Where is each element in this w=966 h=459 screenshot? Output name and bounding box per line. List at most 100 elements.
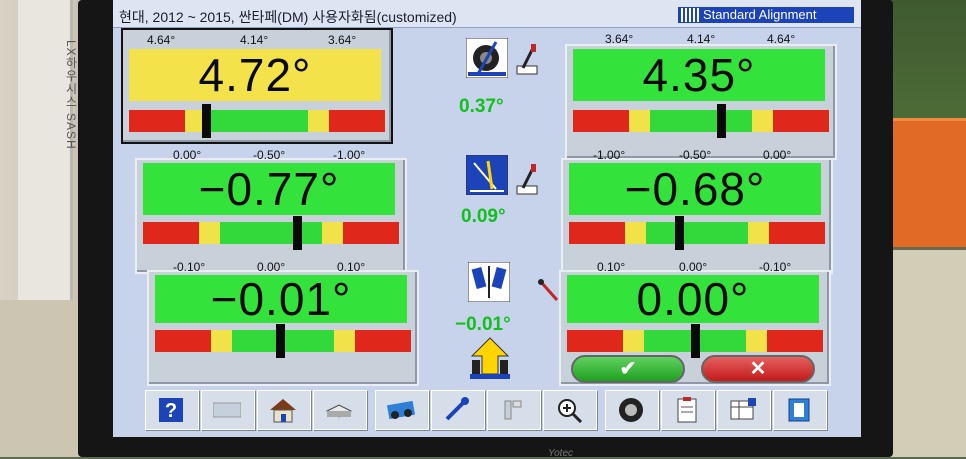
panel-left-camber[interactable]: 4.64° 4.14° 3.64° 4.72° (121, 28, 393, 144)
vehicle-adjust-button[interactable] (375, 390, 429, 430)
value-needle (675, 216, 685, 250)
check-icon: ✔ (619, 358, 637, 380)
tolerance-bar-left-camber (129, 104, 385, 138)
value-needle (292, 216, 302, 250)
background-orange-cabinet (882, 118, 966, 247)
printer-icon (325, 404, 353, 418)
scale-left-toe: -0.10° 0.00° 0.10° (149, 260, 417, 274)
front-axle-arrow-icon (470, 336, 510, 380)
scale-tick: 0.10° (337, 260, 366, 274)
spec-table-icon (730, 398, 756, 420)
scale-tick: -0.50° (679, 148, 712, 162)
spec-table-button[interactable] (717, 390, 771, 430)
report-button[interactable] (661, 390, 715, 430)
scale-tick: -0.50° (253, 148, 286, 162)
scale-right-camber: 3.64° 4.14° 4.64° (567, 32, 835, 46)
tolerance-segment (334, 330, 355, 352)
readout-left-toe: −0.01° (155, 275, 407, 323)
scale-tick: 0.00° (763, 148, 792, 162)
value-needle (201, 104, 211, 138)
tire-icon (619, 398, 643, 422)
accept-button[interactable]: ✔ (571, 355, 685, 383)
tolerance-bar-right-camber (573, 104, 829, 138)
bottom-toolbar: ? (139, 386, 835, 432)
wrench-icon (537, 278, 561, 304)
readout-left-caster: −0.77° (143, 163, 395, 215)
tolerance-segment (629, 110, 650, 132)
help-icon: ? (159, 398, 183, 422)
scale-left-caster: 0.00° -0.50° -1.00° (137, 148, 405, 162)
cross-toe-value: −0.01° (455, 314, 511, 335)
scale-tick: 0.00° (173, 148, 202, 162)
tolerance-segment (649, 110, 753, 132)
scale-tick: 4.64° (767, 32, 796, 46)
sash-label: LX하우시스 SASH (64, 40, 78, 150)
exit-icon (788, 398, 810, 422)
tolerance-segment (328, 110, 385, 132)
tolerance-bar-left-caster (143, 216, 399, 250)
scale-tick: -0.10° (173, 260, 206, 274)
title-bar: 현대, 2012 ~ 2015, 싼타페(DM) 사용자화됨(customize… (113, 0, 861, 28)
help-button[interactable]: ? (145, 390, 199, 430)
scale-right-caster: -1.00° -0.50° 0.00° (563, 148, 831, 162)
exit-button[interactable] (773, 390, 827, 430)
vehicle-title: 현대, 2012 ~ 2015, 싼타페(DM) 사용자화됨(customize… (119, 9, 457, 25)
cancel-button[interactable]: ✕ (701, 355, 815, 383)
toe-icon[interactable] (467, 261, 511, 303)
blank-icon (213, 402, 241, 418)
tolerance-segment (752, 110, 773, 132)
scale-tick: -1.00° (593, 148, 626, 162)
blank-button[interactable] (201, 390, 255, 430)
screwdriver-icon (515, 164, 539, 196)
clipboard-icon (677, 397, 697, 423)
tolerance-segment (746, 330, 767, 352)
value-needle (691, 324, 700, 358)
printer-button[interactable] (313, 390, 367, 430)
panel-left-toe[interactable]: -0.10° 0.00° 0.10° −0.01° (147, 260, 419, 386)
close-icon: ✕ (749, 358, 767, 380)
value-needle (276, 324, 286, 358)
tolerance-segment (768, 222, 825, 244)
tolerance-segment (322, 222, 343, 244)
monitor-logo: Yotec (548, 448, 574, 459)
caster-icon[interactable] (465, 154, 509, 196)
window-sash-frame: LX하우시스 SASH (18, 0, 78, 300)
tolerance-segment (748, 222, 769, 244)
scale-tick: 0.00° (679, 260, 708, 274)
tolerance-bar-right-toe (567, 324, 823, 358)
wrench-button[interactable] (431, 390, 485, 430)
scale-tick: 4.64° (147, 33, 176, 47)
panel-right-caster[interactable]: -1.00° -0.50° 0.00° −0.68° (561, 148, 833, 274)
cross-camber-value: 0.37° (459, 96, 504, 117)
tolerance-segment (623, 330, 644, 352)
value-needle (717, 104, 727, 138)
scale-tick: -1.00° (333, 148, 366, 162)
scale-tick: 0.10° (597, 260, 626, 274)
home-icon (270, 399, 296, 423)
tolerance-segment (569, 222, 626, 244)
scale-tick: 3.64° (605, 32, 634, 46)
wheel-button[interactable] (605, 390, 659, 430)
alignment-mode-label: Standard Alignment (703, 7, 817, 22)
tolerance-segment (342, 222, 399, 244)
alignment-mode-indicator[interactable]: Standard Alignment (678, 7, 854, 23)
tolerance-segment (766, 330, 823, 352)
zoom-button[interactable] (543, 390, 597, 430)
tolerance-segment (129, 110, 186, 132)
wheel-camber-icon[interactable] (465, 37, 509, 79)
readout-right-caster: −0.68° (569, 163, 821, 215)
cross-caster-value: 0.09° (461, 206, 506, 227)
scale-tick: 0.00° (257, 260, 286, 274)
tolerance-segment (205, 110, 309, 132)
wrench-icon (445, 397, 469, 421)
vehicle-adjust-icon (387, 400, 415, 420)
alignment-mode-icon (681, 8, 699, 22)
tolerance-segment (625, 222, 646, 244)
home-button[interactable] (257, 390, 311, 430)
panel-left-caster[interactable]: 0.00° -0.50° -1.00° −0.77° (135, 148, 407, 274)
tolerance-segment (645, 222, 749, 244)
tolerance-segment (219, 222, 323, 244)
panel-right-camber[interactable]: 3.64° 4.14° 4.64° 4.35° (565, 32, 837, 160)
readout-right-toe: 0.00° (567, 275, 819, 323)
lift-button[interactable] (487, 390, 541, 430)
